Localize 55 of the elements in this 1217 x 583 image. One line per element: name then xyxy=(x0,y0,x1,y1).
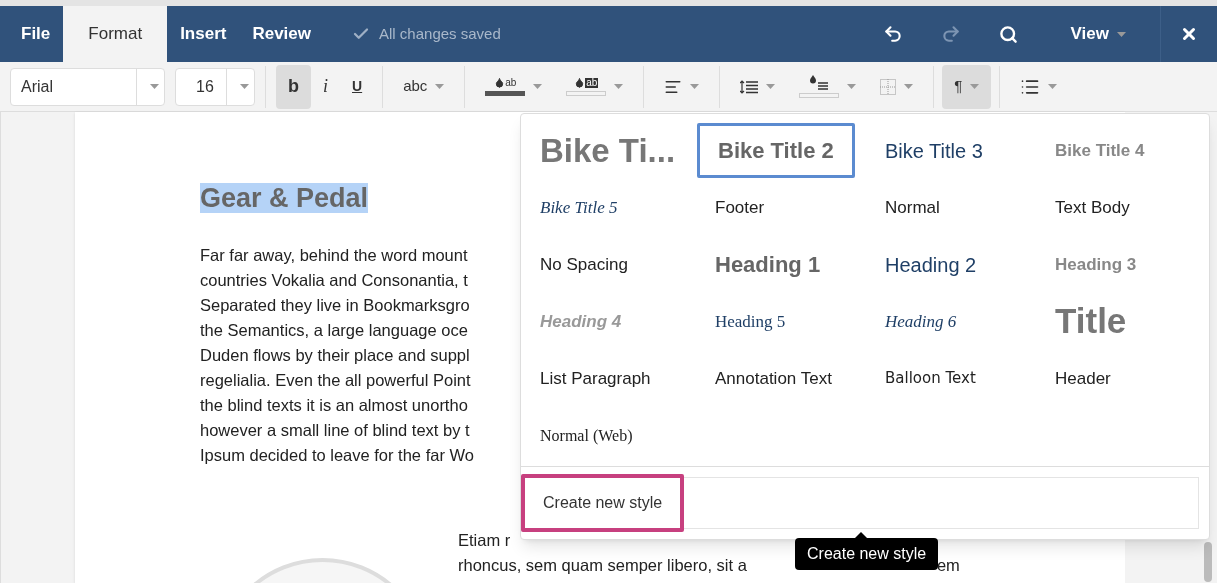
style-option[interactable]: Heading 5 xyxy=(697,300,804,343)
style-option[interactable]: Bike Ti... xyxy=(522,117,694,184)
style-option[interactable]: Header xyxy=(1037,357,1129,400)
color-bar xyxy=(485,91,526,96)
caret-icon xyxy=(150,84,159,89)
font-size-field[interactable]: 16 xyxy=(175,67,255,106)
menu-tab[interactable]: Format xyxy=(63,6,168,62)
search-icon xyxy=(999,24,1019,44)
menu-tab[interactable]: Review xyxy=(239,6,325,62)
body-text: em xyxy=(936,554,960,576)
style-option[interactable]: Normal (Web) xyxy=(522,415,651,456)
italic-button[interactable]: i xyxy=(311,64,340,109)
font-field[interactable]: Arial xyxy=(10,67,165,106)
style-option[interactable]: List Paragraph xyxy=(522,357,669,400)
color-bar xyxy=(566,91,607,96)
tooltip: Create new style xyxy=(795,538,939,570)
style-option[interactable]: Text Body xyxy=(1037,186,1148,229)
style-option[interactable]: Bike Title 4 xyxy=(1037,129,1163,172)
style-option[interactable]: Title xyxy=(1037,287,1145,356)
style-option[interactable]: Bike Title 5 xyxy=(522,186,636,229)
underline-button[interactable]: U xyxy=(340,64,375,109)
redo-icon xyxy=(940,24,961,44)
text-button[interactable]: ¶ xyxy=(942,64,992,109)
line-spacing-icon xyxy=(740,79,759,94)
style-option[interactable]: Annotation Text xyxy=(697,357,850,400)
style-option[interactable]: No Spacing xyxy=(522,243,646,286)
menu-tab[interactable]: File xyxy=(8,6,64,62)
scrollbar-thumb[interactable] xyxy=(1204,542,1212,582)
document-heading: Gear & Pedal xyxy=(200,183,369,213)
style-option[interactable]: Footer xyxy=(697,186,783,229)
style-option[interactable]: Heading 2 xyxy=(867,241,995,288)
paragraph-shading-icon xyxy=(809,75,830,90)
style-option[interactable]: Heading 3 xyxy=(1037,243,1155,286)
style-option[interactable]: Heading 1 xyxy=(697,240,839,289)
highlight-button[interactable]: ab xyxy=(554,64,636,109)
borders-icon xyxy=(880,78,897,95)
style-option[interactable]: Balloon Text xyxy=(867,359,994,398)
body-paragraph: Etiam r rhoncus, sem quam semper libero, sit a xyxy=(458,529,747,576)
style-option[interactable]: Bike Title 2 xyxy=(697,123,855,178)
caret-icon xyxy=(1117,31,1126,37)
text-button[interactable]: abc xyxy=(391,64,457,109)
menu-tab[interactable]: Insert xyxy=(167,6,240,62)
undo-icon xyxy=(882,24,903,44)
close-icon xyxy=(1180,25,1198,43)
style-option[interactable]: Normal xyxy=(867,186,958,229)
style-option[interactable]: Heading 6 xyxy=(867,300,975,343)
style-option[interactable]: Bike Title 3 xyxy=(867,127,1001,174)
body-paragraph: Far far away, behind the word mount countries Vokalia and Consonantia, t Separated they live in Bookmarksgro the Semantics, a large language oce Duden flows by their place and suppl regelialia. Even the all powerful Point the blind texts it is an almost unortho however a small line of blind text by t Ipsum decided to leave for the far Wo xyxy=(200,244,475,466)
view-menu[interactable]: View xyxy=(1054,6,1142,62)
color-bar xyxy=(799,93,840,98)
font-color-button[interactable]: ab xyxy=(473,64,555,109)
bold-button[interactable]: b xyxy=(276,64,311,109)
create-style-button[interactable]: Create new style xyxy=(521,474,685,532)
caret-icon xyxy=(240,84,249,89)
save-status: All changes saved xyxy=(379,23,501,44)
